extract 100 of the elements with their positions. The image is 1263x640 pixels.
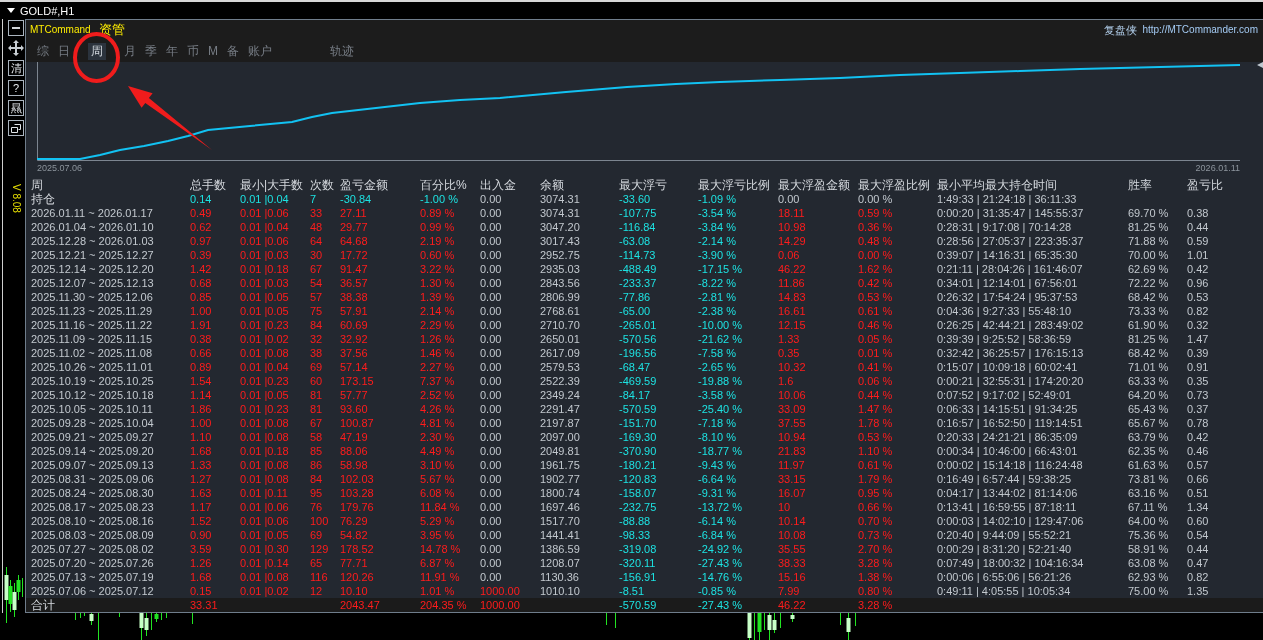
table-cell-text: 100 [310,514,330,528]
table-cell-text: 0.00 [480,220,503,234]
table-cell-text: 0.53 [1187,290,1210,304]
tab[interactable]: M [205,42,221,60]
table-cell-text: 0.01 |0.04 [240,192,290,206]
table-cell-text: 0.01 |0.03 [240,248,290,262]
table-cell-text: 3074.31 [540,192,581,206]
table-cell-text: 37.56 [340,346,369,360]
table-cell-text: 1.38 % [858,570,894,584]
brand-name: 复盘侠 [1104,23,1138,37]
restore-button[interactable] [8,120,24,136]
table-cell-text: 1800.74 [540,486,581,500]
table-cell-text: 3.28 % [858,556,894,570]
table-cell-text: 0.61 % [858,304,894,318]
table-cell-text: -570.59 [619,402,658,416]
table-cell-text: 35.55 [778,542,807,556]
candlestick [747,612,752,640]
table-cell-text: 0.01 |0.08 [240,458,290,472]
minimize-button[interactable] [8,20,24,36]
table-cell-text: 1.35 [1187,584,1210,598]
toolbar-button[interactable]: ? [8,80,24,96]
table-cell-text: 2.52 % [420,388,456,402]
table-cell-text: 0.15 [190,584,213,598]
table-cell-text: 57.77 [340,388,369,402]
table-cell-text: 0.80 % [858,584,894,598]
tab[interactable]: 月 [121,42,139,60]
candlestick [855,612,856,627]
tab[interactable]: 综 [34,42,52,60]
table-cell-text: 1.47 [1187,332,1210,346]
table-cell-text: -19.88 % [698,374,744,388]
table-cell-text: 0.00 [480,234,503,248]
tab[interactable]: 季 [142,42,160,60]
row-label: 2025.10.12 ~ 2025.10.18 [31,388,155,402]
table-cell-text: 65 [310,556,324,570]
table-cell-text: 38.38 [340,290,369,304]
table-cell-text: 0.89 % [420,206,456,220]
move-icon[interactable] [8,40,24,56]
table-cell-text: 0.01 % [858,346,894,360]
table-cell-text: 33.09 [778,402,807,416]
table-cell-text: 0.01 |0.05 [240,388,290,402]
table-cell-text: 27.11 [340,206,368,220]
table-cell-text: 15.16 [778,570,807,584]
table-cell-text: -1.00 % [420,192,459,206]
table-cell-text: 68.42 % [1128,346,1170,360]
table-cell-text: 0.00 [480,276,503,290]
table-cell-text: 179.76 [340,500,375,514]
toolbar-button[interactable]: 清 [8,60,24,76]
table-cell-text: 1441.41 [540,528,581,542]
trace-tab[interactable]: 轨迹 [327,42,357,60]
table-cell-text: 0.00 [480,500,503,514]
table-cell-text: 0.00 [480,444,503,458]
tab[interactable]: 周 [88,42,106,60]
table-cell-text: 1.14 [190,388,213,402]
table-cell-text: 3.10 % [420,458,456,472]
minus-icon [12,27,20,29]
table-cell-text: 65.43 % [1128,402,1170,416]
table-cell-text: -488.49 [619,262,658,276]
table-cell-text: -8.22 % [698,276,737,290]
table-cell-text: 60.69 [340,318,369,332]
table-cell-text: -469.59 [619,374,658,388]
table-cell-text: 2.14 % [420,304,456,318]
tab[interactable]: 备 [224,42,242,60]
table-cell-text: 0.01 |0.04 [240,360,290,374]
candlestick [764,612,765,631]
table-cell-text: 37.55 [778,416,807,430]
app-name: MTCommand [30,23,91,37]
website-link[interactable]: http://MTCommander.com [1142,23,1258,37]
table-cell-text: 0.57 [1187,458,1210,472]
table-cell-text: 0.73 % [858,528,894,542]
table-cell-text: 14.29 [778,234,807,248]
caret-down-icon[interactable] [7,8,15,13]
table-cell-text: 1961.75 [540,458,581,472]
table-cell-text: 0.51 [1187,486,1210,500]
table-cell-text: 76.29 [340,514,369,528]
table-cell-text: 75.36 % [1128,528,1170,542]
row-label: 2025.11.09 ~ 2025.11.15 [31,332,153,346]
table-cell-text: 100.87 [340,416,375,430]
table-cell-text: 7 [310,192,318,206]
table-cell-text: 67 [310,416,324,430]
table-cell-text: 1.34 [1187,500,1210,514]
table-cell-text: 1.78 % [858,416,894,430]
table-cell-text: 1.27 [190,472,213,486]
tab[interactable]: 币 [184,42,202,60]
table-cell-text: 0:34:01 | 12:14:01 | 67:56:01 [937,276,1079,290]
table-cell-text: 0.01 |0.05 [240,290,290,304]
table-cell-text: 0.44 [1187,220,1210,234]
row-label: 2025.09.21 ~ 2025.09.27 [31,430,155,444]
table-cell-text: 0:39:39 | 9:25:52 | 58:36:59 [937,332,1073,346]
tab[interactable]: 年 [163,42,181,60]
table-cell-text: 0.00 [480,486,503,500]
table-cell-text: -107.75 [619,206,658,220]
table-cell-text: 38.33 [778,556,807,570]
table-cell-text: -370.90 [619,444,658,458]
toolbar-button[interactable]: 㬎 [8,100,24,116]
table-cell-text: 1208.07 [540,556,581,570]
table-cell-text: 67 [310,262,324,276]
table-cell-text: 0.38 [1187,206,1210,220]
tab[interactable]: 账户 [245,42,275,60]
tab[interactable]: 日 [55,42,73,60]
table-cell-text: 0.00 [480,514,503,528]
